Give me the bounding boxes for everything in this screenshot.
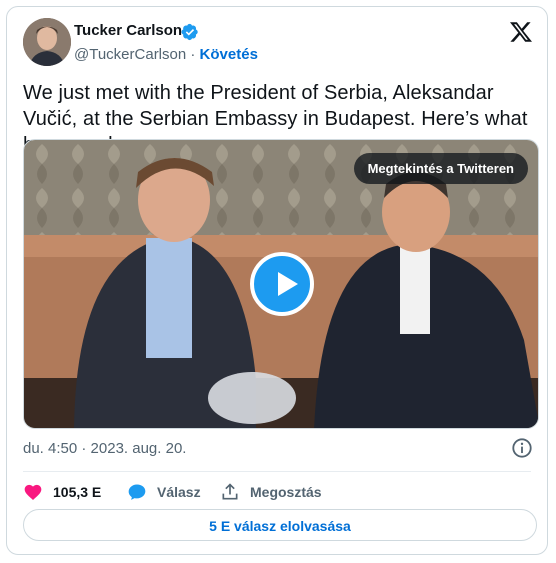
reply-icon — [128, 484, 146, 500]
reply-label: Válasz — [157, 484, 201, 500]
like-button[interactable]: 105,3 E — [23, 480, 101, 504]
avatar[interactable] — [23, 18, 71, 66]
heart-icon — [24, 484, 42, 500]
play-button[interactable] — [250, 252, 314, 316]
timestamp[interactable]: du. 4:50 · 2023. aug. 20. — [23, 440, 186, 457]
video-player[interactable]: Megtekintés a Twitteren — [23, 139, 539, 429]
handle-row: @TuckerCarlson · Követés — [74, 46, 258, 63]
verified-badge-icon — [181, 23, 198, 41]
author-handle[interactable]: @TuckerCarlson — [74, 46, 186, 63]
follow-link[interactable]: Követés — [200, 46, 258, 63]
info-icon[interactable] — [511, 437, 533, 459]
separator: · — [190, 46, 196, 63]
watch-on-twitter-button[interactable]: Megtekintés a Twitteren — [353, 153, 528, 184]
share-label: Megosztás — [250, 484, 322, 500]
reply-button[interactable]: Válasz — [127, 480, 201, 504]
x-logo-icon[interactable] — [509, 20, 533, 44]
share-button[interactable]: Megosztás — [220, 480, 322, 504]
share-icon — [222, 483, 238, 500]
likes-count: 105,3 E — [53, 484, 102, 500]
tweet-card: Tucker Carlson @TuckerCarlson · Követés … — [6, 6, 548, 555]
divider — [23, 471, 531, 472]
read-replies-button[interactable]: 5 E válasz elolvasása — [23, 509, 537, 541]
author-name[interactable]: Tucker Carlson — [74, 22, 182, 39]
